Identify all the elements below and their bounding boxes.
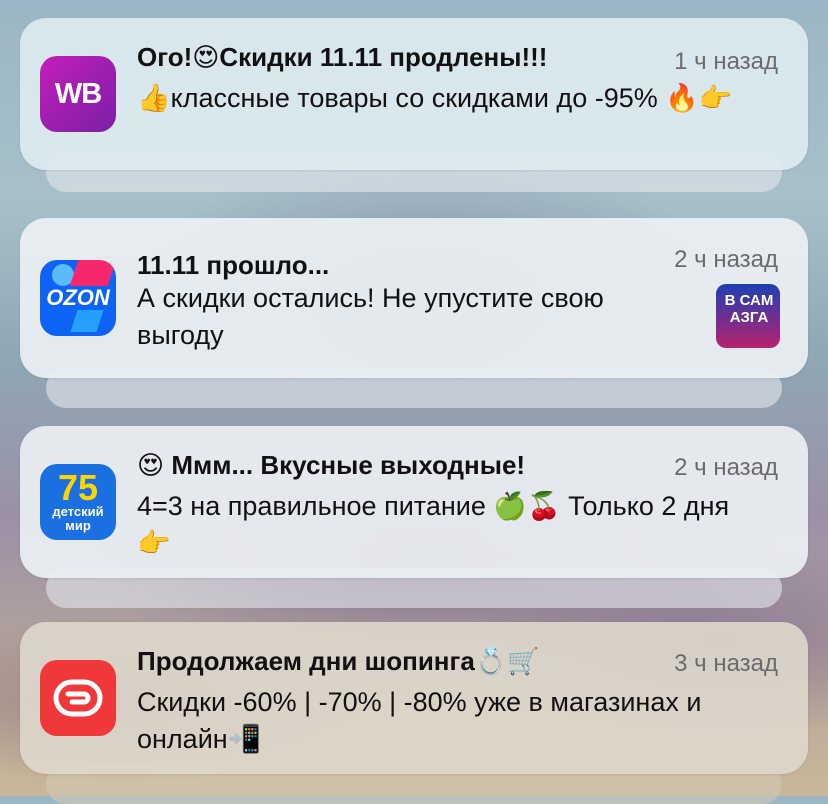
notification-time: 2 ч назад (674, 454, 778, 481)
notification-time: 3 ч назад (674, 650, 778, 677)
detmir-app-icon: 75 детский мир (40, 464, 116, 540)
notification-stack-wildberries[interactable]: WB Ого!😍Скидки 11.11 продлены!!! 1 ч наз… (20, 18, 808, 192)
notification-title: Продолжаем дни шопинга💍🛒 (137, 646, 540, 676)
ozon-app-icon: OZON (40, 260, 116, 336)
notification-card[interactable]: Продолжаем дни шопинга💍🛒 3 ч назад Скидк… (20, 622, 808, 774)
notification-card[interactable]: WB Ого!😍Скидки 11.11 продлены!!! 1 ч наз… (20, 18, 808, 170)
notification-time: 1 ч назад (674, 48, 778, 75)
notification-body: А скидки остались! Не упустите свою выго… (137, 283, 604, 350)
notification-body: 👍классные товары со скидками до -95% 🔥👉 (137, 83, 733, 113)
notification-title: Ого!😍Скидки 11.11 продлены!!! (137, 42, 548, 72)
wb-logo-text: WB (54, 77, 102, 110)
detmir-logo-text: детский мир (52, 504, 104, 533)
notification-title: 😍 Ммм... Вкусные выходные! (137, 450, 526, 480)
notification-body: 4=3 на правильное питание 🍏🍒 Только 2 дн… (137, 491, 730, 558)
notification-title: 11.11 прошло... (137, 250, 330, 280)
notification-attachment-thumbnail: В САМ АЗГА (716, 284, 780, 348)
notification-time: 2 ч назад (674, 246, 778, 273)
notification-stack-sportmaster[interactable]: Продолжаем дни шопинга💍🛒 3 ч назад Скидк… (20, 622, 808, 804)
ozon-icon-decor (70, 310, 104, 332)
notification-body: Скидки -60% | -70% | -80% уже в магазина… (137, 687, 702, 754)
detmir-logo-number: 75 (57, 467, 99, 508)
notification-stack-detmir[interactable]: 75 детский мир 😍 Ммм... Вкусные выходные… (20, 426, 808, 608)
notification-stack-ozon[interactable]: OZON 11.11 прошло... 2 ч назад А скидки … (20, 218, 808, 408)
sportmaster-logo-icon (53, 679, 103, 717)
notification-card[interactable]: OZON 11.11 прошло... 2 ч назад А скидки … (20, 218, 808, 378)
ozon-icon-decor (69, 260, 116, 286)
sportmaster-app-icon (40, 660, 116, 736)
wildberries-app-icon: WB (40, 56, 116, 132)
notification-card[interactable]: 75 детский мир 😍 Ммм... Вкусные выходные… (20, 426, 808, 578)
ozon-logo-text: OZON (46, 285, 110, 310)
thumbnail-text: В САМ АЗГА (724, 292, 774, 326)
